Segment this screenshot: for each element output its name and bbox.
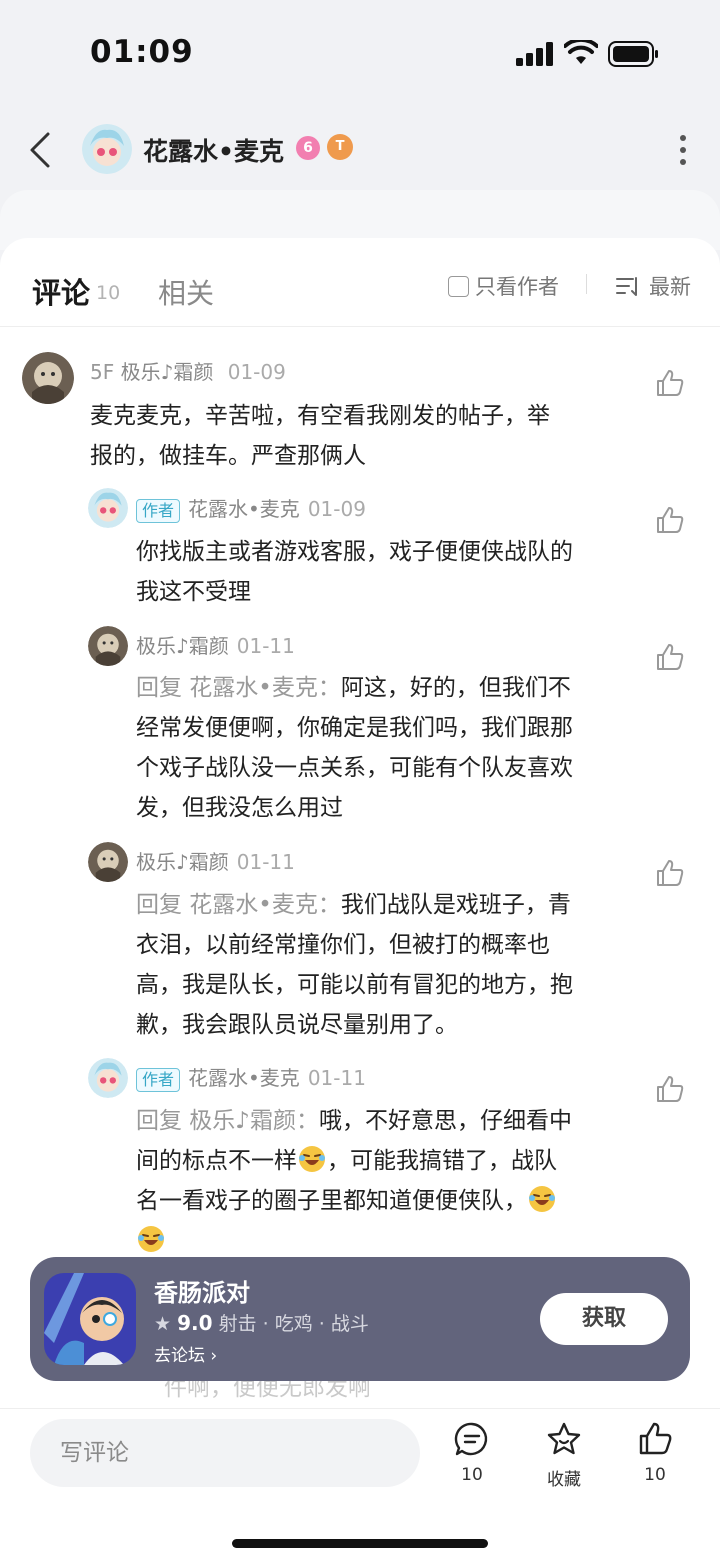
like-button[interactable]: 10 <box>615 1421 695 1485</box>
tab-related[interactable]: 相关 <box>158 272 214 312</box>
like-icon[interactable] <box>654 1073 686 1105</box>
sort-icon <box>616 277 637 296</box>
sort-button[interactable]: 最新 <box>615 271 691 301</box>
author-only-label: 只看作者 <box>475 275 559 299</box>
title-badge: T <box>327 134 353 160</box>
game-icon[interactable] <box>44 1273 136 1365</box>
like-icon[interactable] <box>654 504 686 536</box>
game-promo-card[interactable]: 香肠派对 ★ 9.0 射击 · 吃鸡 · 战斗 去论坛 › 获取 <box>30 1257 690 1381</box>
comment-tabs: 评论 10 相关 只看作者 最新 <box>0 238 720 327</box>
reply-meta: 极乐♪霜颜 01-11 <box>136 630 295 659</box>
comment-icon <box>454 1422 488 1456</box>
commenter-name[interactable]: 极乐♪霜颜 <box>121 360 214 384</box>
commenter-name[interactable]: 极乐♪霜颜 <box>136 850 229 874</box>
game-meta: ★ 9.0 射击 · 吃鸡 · 战斗 <box>154 1309 369 1336</box>
commenter-name[interactable]: 花露水•麦克 <box>188 1066 300 1090</box>
like-icon[interactable] <box>654 641 686 673</box>
avatar[interactable] <box>88 842 128 882</box>
avatar[interactable] <box>88 1058 128 1098</box>
like-icon[interactable] <box>654 857 686 889</box>
write-comment-input[interactable] <box>30 1419 420 1487</box>
reply-text[interactable]: 回复 极乐♪霜颜：哦，不好意思，仔细看中 间的标点不一样 ，可能我搞错了，战队 名… <box>136 1101 572 1261</box>
author-avatar[interactable] <box>82 124 132 174</box>
comment-date: 01-11 <box>307 1066 366 1090</box>
comment-count: 10 <box>96 282 121 304</box>
game-title[interactable]: 香肠派对 <box>154 1273 250 1308</box>
reply-meta: 作者 花露水•麦克 01-09 <box>136 493 366 523</box>
status-time: 01:09 <box>90 34 194 70</box>
bottom-action-bar: 10 收藏 10 <box>0 1408 720 1562</box>
nav-bar: 花露水•麦克 6 T <box>0 110 720 190</box>
comment-date: 01-09 <box>227 360 286 384</box>
collect-label: 收藏 <box>547 1470 581 1490</box>
author-tag: 作者 <box>136 1068 181 1092</box>
author-tag: 作者 <box>136 499 181 523</box>
comment-button[interactable]: 10 <box>432 1421 512 1485</box>
like-count-label: 10 <box>644 1465 666 1485</box>
signal-icon <box>516 42 553 66</box>
like-icon[interactable] <box>654 367 686 399</box>
thumbs-up-icon <box>639 1422 672 1455</box>
chevron-right-icon: › <box>210 1346 218 1366</box>
game-tags: 射击 · 吃鸡 · 战斗 <box>218 1313 369 1335</box>
floor-number: 5F <box>90 360 115 384</box>
avatar[interactable] <box>88 626 128 666</box>
comment-count-label: 10 <box>461 1465 483 1485</box>
commenter-name[interactable]: 花露水•麦克 <box>188 497 300 521</box>
tab-comments[interactable]: 评论 <box>32 270 90 312</box>
get-button[interactable]: 获取 <box>540 1293 668 1345</box>
home-indicator[interactable] <box>232 1539 488 1548</box>
wifi-icon <box>564 40 598 64</box>
reply-text[interactable]: 回复 花露水•麦克：我们战队是戏班子，青 衣泪，以前经常撞你们，但被打的概率也 … <box>136 885 573 1045</box>
status-bar: 01:09 <box>0 0 720 100</box>
avatar[interactable] <box>22 352 74 404</box>
reply-meta: 作者 花露水•麦克 01-11 <box>136 1062 366 1092</box>
star-icon: ★ <box>154 1313 172 1335</box>
game-rating: 9.0 <box>177 1311 213 1335</box>
battery-icon <box>608 41 658 67</box>
reply-prefix: 回复 花露水•麦克： <box>136 675 341 701</box>
reply-prefix: 回复 极乐♪霜颜： <box>136 1108 319 1134</box>
sort-label: 最新 <box>649 275 691 299</box>
avatar[interactable] <box>88 488 128 528</box>
comment-date: 01-11 <box>236 850 295 874</box>
comment-text[interactable]: 麦克麦克，辛苦啦，有空看我刚发的帖子，举 报的，做挂车。严查那俩人 <box>90 396 550 476</box>
star-icon <box>547 1422 581 1455</box>
comment-date: 01-09 <box>307 497 366 521</box>
laughing-emoji-icon <box>138 1226 164 1252</box>
reply-text[interactable]: 你找版主或者游戏客服，戏子便便侠战队的 我这不受理 <box>136 532 573 612</box>
reply-text[interactable]: 回复 花露水•麦克：阿这，好的，但我们不 经常发便便啊，你确定是我们吗，我们跟那… <box>136 668 573 828</box>
laughing-emoji-icon <box>299 1146 325 1172</box>
go-forum-link[interactable]: 去论坛 › <box>154 1341 217 1366</box>
author-only-toggle[interactable]: 只看作者 <box>448 271 559 301</box>
commenter-name[interactable]: 极乐♪霜颜 <box>136 634 229 658</box>
level-badge: 6 <box>296 136 320 160</box>
author-only-checkbox[interactable] <box>448 276 469 297</box>
more-options-icon[interactable] <box>670 132 696 168</box>
reply-prefix: 回复 花露水•麦克： <box>136 892 341 918</box>
comment-date: 01-11 <box>236 634 295 658</box>
back-button[interactable] <box>24 128 60 172</box>
divider <box>586 274 587 294</box>
comment-meta: 5F 极乐♪霜颜 01-09 <box>90 356 286 385</box>
reply-meta: 极乐♪霜颜 01-11 <box>136 846 295 875</box>
collect-button[interactable]: 收藏 <box>524 1421 604 1490</box>
laughing-emoji-icon <box>529 1186 555 1212</box>
author-name[interactable]: 花露水•麦克 <box>143 132 284 168</box>
